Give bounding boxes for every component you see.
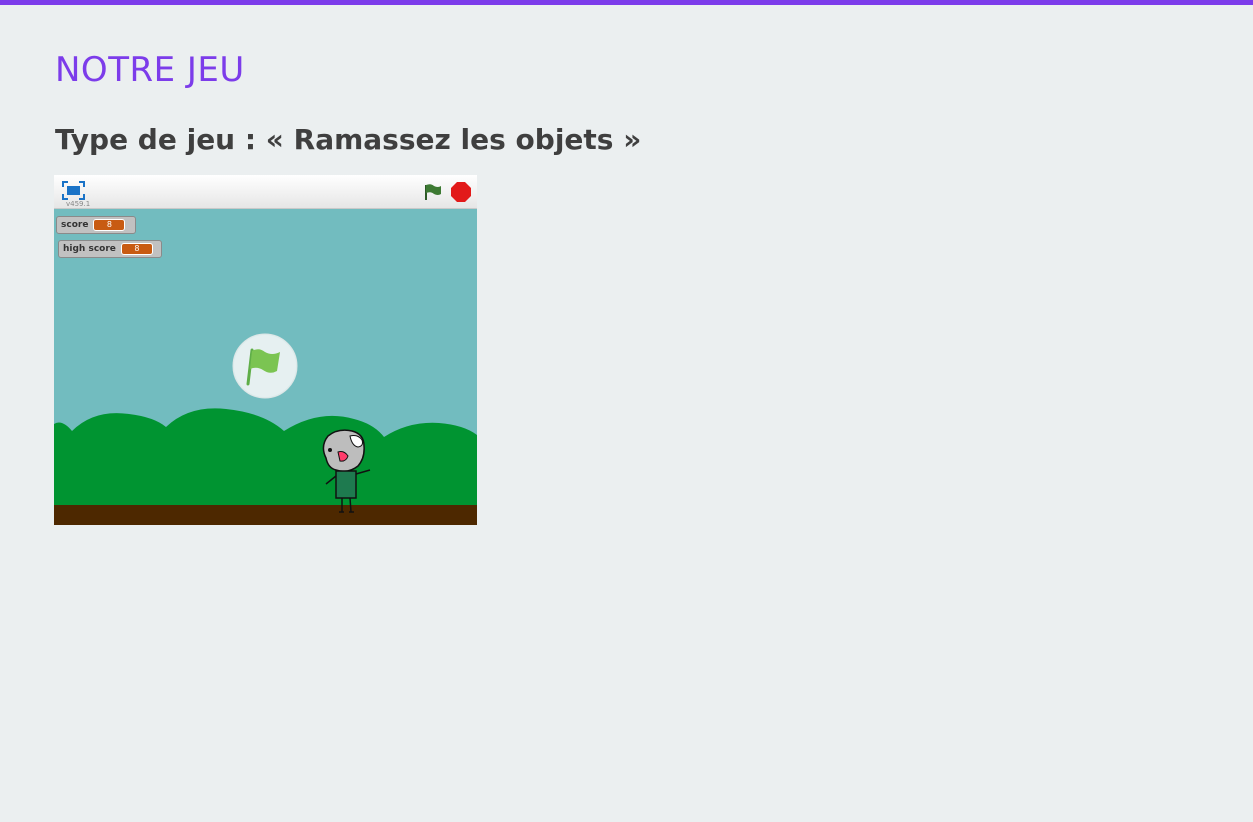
top-accent-bar xyxy=(0,0,1253,5)
high-score-monitor: high score 8 xyxy=(58,240,162,258)
green-flag-start-icon[interactable] xyxy=(232,333,298,399)
green-flag-icon[interactable] xyxy=(423,183,443,201)
scratch-player: v459.1 score 8 high score 8 xyxy=(54,175,477,525)
page-title: NOTRE JEU xyxy=(55,50,245,90)
fullscreen-icon[interactable] xyxy=(62,181,85,200)
game-stage[interactable]: score 8 high score 8 xyxy=(54,209,477,525)
high-score-label: high score xyxy=(63,244,116,254)
score-label: score xyxy=(61,220,89,230)
stop-icon[interactable] xyxy=(451,182,471,202)
score-value: 8 xyxy=(93,219,126,231)
game-type-heading: Type de jeu : « Ramassez les objets » xyxy=(55,123,642,156)
version-label: v459.1 xyxy=(66,200,91,208)
high-score-value: 8 xyxy=(120,243,153,255)
score-monitor: score 8 xyxy=(56,216,136,234)
player-toolbar: v459.1 xyxy=(54,175,477,209)
character-sprite xyxy=(322,429,371,513)
